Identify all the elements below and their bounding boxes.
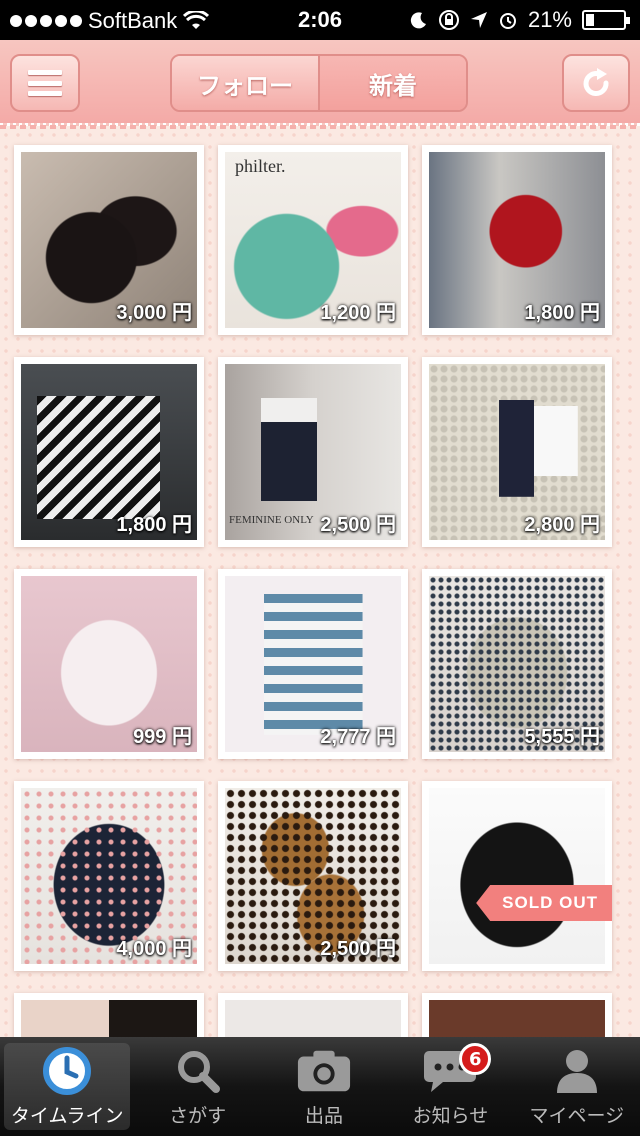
feed-segmented-control: フォロー 新着 (170, 54, 468, 112)
product-price: 5,555 円 (524, 726, 600, 748)
notification-badge: 6 (459, 1043, 492, 1075)
product-card[interactable]: 3,000 円 (14, 145, 204, 335)
tab-sell[interactable]: 出品 (261, 1037, 387, 1136)
product-card[interactable] (422, 993, 612, 1037)
location-icon (470, 12, 487, 28)
tab-mypage[interactable]: マイページ (514, 1037, 640, 1136)
menu-button[interactable] (10, 54, 80, 112)
product-photo (225, 1000, 401, 1037)
timeline-grid-scroll[interactable]: 3,000 円 philter. 1,200 円 1,800 円 1,800 円… (0, 129, 640, 1037)
product-card[interactable]: 2,500 円 (218, 781, 408, 971)
sold-out-badge: SOLD OUT (476, 885, 612, 921)
product-card[interactable] (14, 993, 204, 1037)
product-card[interactable]: SOLD OUT (422, 781, 612, 971)
product-photo (21, 1000, 197, 1037)
tab-label: 出品 (305, 1105, 344, 1127)
product-price: 2,500 円 (320, 938, 396, 960)
person-icon (549, 1045, 605, 1097)
product-price: 2,777 円 (320, 726, 396, 748)
battery-icon (582, 10, 630, 30)
tab-label: タイムライン (10, 1105, 124, 1127)
hamburger-icon (28, 70, 62, 96)
alarm-icon (499, 13, 516, 29)
tab-timeline[interactable]: タイムライン (4, 1043, 131, 1130)
nav-bar: フォロー 新着 (0, 40, 640, 131)
product-photo (429, 1000, 605, 1037)
product-price: 3,000 円 (116, 302, 192, 324)
product-price: 999 円 (133, 726, 192, 748)
product-card[interactable]: 1,800 円 (14, 357, 204, 547)
product-card[interactable]: 2,777 円 (218, 569, 408, 759)
product-card[interactable] (218, 993, 408, 1037)
product-card[interactable]: 2,800 円 (422, 357, 612, 547)
tab-bar: タイムライン さがす 出品 6 お知らせ マイページ (0, 1037, 640, 1136)
clock-icon (39, 1045, 95, 1097)
refresh-icon (583, 68, 609, 96)
product-card[interactable]: philter. 1,200 円 (218, 145, 408, 335)
search-icon (170, 1045, 226, 1097)
product-price: 4,000 円 (116, 938, 192, 960)
product-card[interactable]: 1,800 円 (422, 145, 612, 335)
brand-label: philter. (235, 156, 286, 176)
status-right: 21% (410, 7, 630, 33)
product-price: 1,200 円 (320, 302, 396, 324)
product-price: 1,800 円 (524, 302, 600, 324)
tab-notifications[interactable]: 6 お知らせ (387, 1037, 513, 1136)
rotation-lock-icon (438, 10, 459, 30)
tab-label: さがす (169, 1105, 227, 1127)
camera-icon (296, 1045, 352, 1097)
refresh-button[interactable] (562, 54, 630, 112)
product-price: 1,800 円 (116, 514, 192, 536)
moon-icon (410, 12, 426, 29)
tab-label: マイページ (529, 1105, 625, 1127)
battery-percent: 21% (527, 7, 572, 32)
product-card[interactable]: 4,000 円 (14, 781, 204, 971)
product-card[interactable]: 5,555 円 (422, 569, 612, 759)
tab-label: お知らせ (412, 1105, 489, 1127)
product-card[interactable]: FEMININE ONLY 2,500 円 (218, 357, 408, 547)
brand-label: FEMININE ONLY (229, 514, 314, 526)
tab-search[interactable]: さがす (134, 1037, 260, 1136)
product-price: 2,500 円 (320, 514, 396, 536)
product-photo (429, 788, 605, 964)
tab-follow[interactable]: フォロー (172, 56, 318, 110)
product-price: 2,800 円 (524, 514, 600, 536)
product-card[interactable]: 999 円 (14, 569, 204, 759)
product-grid: 3,000 円 philter. 1,200 円 1,800 円 1,800 円… (14, 145, 612, 1037)
tab-new[interactable]: 新着 (318, 56, 466, 110)
status-bar: SoftBank 2:06 21% (0, 0, 640, 40)
